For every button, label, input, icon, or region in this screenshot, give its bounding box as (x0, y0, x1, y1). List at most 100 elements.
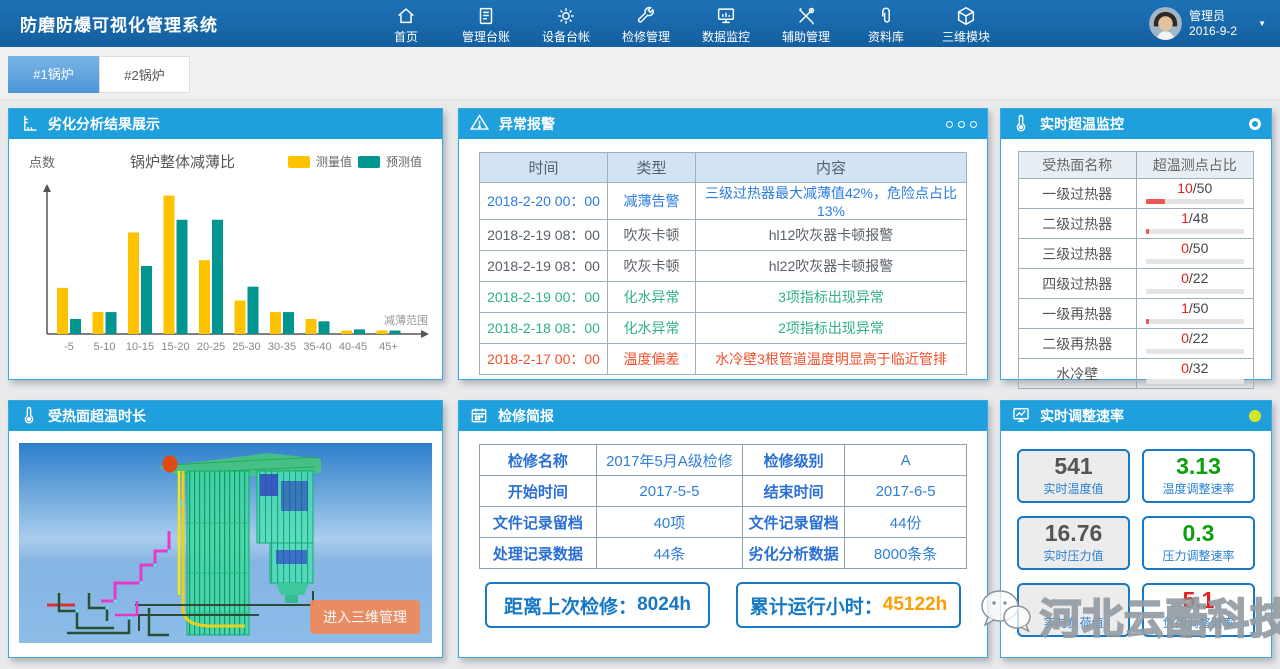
metric-label: 负荷调整速率 (1144, 614, 1253, 631)
alarm-content: 水冷壁3根管道温度明显高于临近管排 (696, 344, 967, 375)
chart-title: 锅炉整体减薄比 (77, 151, 288, 172)
nav-item-ledger[interactable]: 管理台账 (446, 2, 526, 45)
overtemp-progress-fill (1146, 319, 1150, 324)
alarm-row[interactable]: 2018-2-18 08：00化水异常2项指标出现异常 (480, 313, 967, 344)
top-bar: 防磨防爆可视化管理系统 首页 管理台账 设备台帐 检修管理 数据监控 (0, 0, 1280, 47)
chart-legend: 测量值 预测值 (288, 153, 422, 170)
overtemp-ratio: 10/50 (1146, 181, 1245, 196)
thermometer-icon (19, 405, 39, 428)
alarm-row[interactable]: 2018-2-19 00：00化水异常3项指标出现异常 (480, 282, 967, 313)
bar-predicted (319, 321, 330, 334)
alarm-table-header-row: 时间 类型 内容 (480, 153, 967, 183)
repair-value: 2017年5月A级检修 (596, 445, 742, 476)
overtemp-ratio-cell: 10/50 (1136, 179, 1254, 209)
surface-name: 二级再热器 (1019, 329, 1137, 359)
bar-predicted (177, 220, 188, 334)
overtemp-progress-track (1146, 259, 1245, 264)
dashboard-root: 防磨防爆可视化管理系统 首页 管理台账 设备台帐 检修管理 数据监控 (0, 0, 1280, 669)
alarm-type: 化水异常 (608, 282, 696, 313)
repair-value: 40项 (596, 507, 742, 538)
panel-title: 实时调整速率 (1040, 406, 1124, 426)
panel-title: 劣化分析结果展示 (48, 114, 160, 134)
bar-measured (93, 312, 104, 334)
x-axis-label: 减薄范围 (384, 313, 428, 327)
surface-name: 四级过热器 (1019, 269, 1137, 299)
repair-value: 44份 (845, 507, 967, 538)
stat-value: 8024h (637, 594, 691, 616)
bar-predicted (283, 312, 294, 334)
repair-label: 文件记录留档 (742, 507, 844, 538)
bar-predicted (248, 287, 259, 334)
nav-item-repair[interactable]: 检修管理 (606, 2, 686, 45)
overtemp-progress-track (1146, 199, 1245, 204)
repair-label: 检修名称 (480, 445, 597, 476)
nav-item-equipment[interactable]: 设备台帐 (526, 2, 606, 45)
stat-label: 距离上次检修： (504, 592, 637, 619)
overtemp-progress-track (1146, 229, 1245, 234)
user-info: 管理员 2016-9-2 (1189, 9, 1237, 39)
tab-boiler-2[interactable]: #2锅炉 (99, 56, 190, 93)
nav-item-data-monitor[interactable]: 数据监控 (686, 2, 766, 45)
x-tick-label: 40-45 (339, 341, 367, 353)
avatar[interactable] (1149, 7, 1182, 40)
alarm-row[interactable]: 2018-2-17 00：00温度偏差水冷壁3根管道温度明显高于临近管排 (480, 344, 967, 375)
metric-label: 温度调整速率 (1144, 480, 1253, 497)
panel-menu-dots[interactable] (946, 121, 977, 128)
ring-icon (1249, 118, 1261, 130)
bar-measured (377, 331, 388, 334)
panel-status-indicator[interactable] (1249, 410, 1261, 422)
surface-name: 一级过热器 (1019, 179, 1137, 209)
wrench-icon (606, 5, 686, 27)
since-last-repair-button[interactable]: 距离上次检修： 8024h (485, 582, 710, 628)
x-tick-label: 5-10 (93, 341, 115, 353)
home-icon (366, 5, 446, 27)
repair-row: 检修名称2017年5月A级检修检修级别A (480, 445, 967, 476)
bar-measured (128, 232, 139, 334)
nav-item-home[interactable]: 首页 (366, 2, 446, 45)
alarm-table: 时间 类型 内容 2018-2-20 00：00减薄告警三级过热器最大减薄值42… (479, 152, 967, 375)
panel-overtemp-header: 实时超温监控 (1001, 109, 1271, 139)
x-tick-label: 30-35 (268, 341, 296, 353)
enter-3d-management-button[interactable]: 进入三维管理 (310, 600, 420, 634)
alarm-time: 2018-2-19 08：00 (480, 220, 608, 251)
alarm-time: 2018-2-17 00：00 (480, 344, 608, 375)
overtemp-row: 二级过热器1/48 (1019, 209, 1254, 239)
overtemp-row: 一级再热器1/50 (1019, 299, 1254, 329)
alarm-row[interactable]: 2018-2-20 00：00减薄告警三级过热器最大减薄值42%，危险点占比13… (480, 183, 967, 220)
panel-status-indicator[interactable] (1249, 118, 1261, 130)
bar-measured (235, 301, 246, 334)
alarm-row[interactable]: 2018-2-19 08：00吹灰卡顿hl22吹灰器卡顿报警 (480, 251, 967, 282)
total-running-hours-button[interactable]: 累计运行小时： 45122h (736, 582, 961, 628)
alarm-row[interactable]: 2018-2-19 08：00吹灰卡顿hl12吹灰器卡顿报警 (480, 220, 967, 251)
metric-value: 0.3 (1144, 520, 1253, 547)
alarm-time: 2018-2-19 00：00 (480, 282, 608, 313)
surface-name: 一级再热器 (1019, 299, 1137, 329)
x-tick-label: 20-25 (197, 341, 225, 353)
overtemp-progress-track (1146, 319, 1245, 324)
repair-label: 开始时间 (480, 476, 597, 507)
panel-title: 受热面超温时长 (48, 406, 146, 426)
user-menu[interactable]: 管理员 2016-9-2 ▼ (1149, 7, 1266, 40)
chevron-down-icon[interactable]: ▼ (1258, 19, 1266, 28)
repair-label: 文件记录留档 (480, 507, 597, 538)
nav-item-3d[interactable]: 三维模块 (926, 2, 1006, 45)
nav-item-library[interactable]: 资料库 (846, 2, 926, 45)
alarm-content: 3项指标出现异常 (696, 282, 967, 313)
boiler-3d-view[interactable]: 进入三维管理 (19, 443, 432, 648)
warning-icon (469, 112, 490, 136)
thermometer-icon (1011, 113, 1031, 136)
alarm-content: hl22吹灰器卡顿报警 (696, 251, 967, 282)
repair-label: 结束时间 (742, 476, 844, 507)
metric-card: 3.13温度调整速率 (1142, 449, 1255, 503)
column-header-surface: 受热面名称 (1019, 152, 1137, 179)
metric-value: 5.1 (1144, 587, 1253, 614)
user-date: 2016-9-2 (1189, 24, 1237, 38)
metric-label: 实时负荷值 (1019, 614, 1128, 631)
bar-measured (164, 196, 175, 334)
user-name: 管理员 (1189, 9, 1225, 23)
column-header-ratio: 超温测点占比 (1136, 152, 1254, 179)
panel-boiler-header: 受热面超温时长 (9, 401, 442, 431)
bar-predicted (141, 266, 152, 334)
tab-boiler-1[interactable]: #1锅炉 (8, 56, 99, 93)
nav-item-aux[interactable]: 辅助管理 (766, 2, 846, 45)
